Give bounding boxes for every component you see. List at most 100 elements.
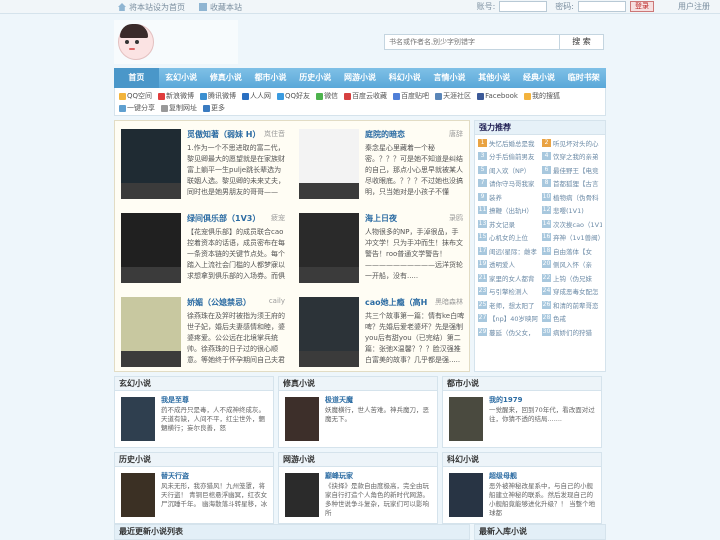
login-button[interactable]: 登录 — [630, 1, 654, 12]
nav-item-lishi[interactable]: 历史小说 — [293, 68, 338, 88]
share-item[interactable]: QQ好友 — [277, 91, 310, 101]
share-item[interactable]: 腾讯微博 — [200, 91, 236, 101]
nav-item-xuanhuan[interactable]: 玄幻小说 — [159, 68, 204, 88]
book-cover[interactable] — [285, 473, 319, 517]
recommend-item[interactable]: 23 与引擎检测人 — [478, 286, 538, 298]
category-title[interactable]: 网游小说 — [279, 453, 437, 467]
book-cover[interactable] — [121, 397, 155, 441]
book-cover[interactable] — [285, 397, 319, 441]
book-cover[interactable] — [449, 473, 483, 517]
recommend-item[interactable]: 6 最佳野王【电竞 — [542, 164, 602, 176]
recommend-item[interactable]: 9 装养 — [478, 191, 538, 203]
recommend-item[interactable]: 14 次次挨cao（1V1 — [542, 218, 602, 230]
category-title[interactable]: 都市小说 — [443, 377, 601, 391]
recommend-item[interactable]: 27 【np】40岁映阿 — [478, 313, 538, 325]
book-cover[interactable] — [299, 213, 359, 283]
nav-item-xiuzhen[interactable]: 修真小说 — [203, 68, 248, 88]
share-item[interactable]: 一键分享 — [119, 103, 155, 113]
bookmark-site-link[interactable]: 收藏本站 — [199, 2, 242, 13]
category-title[interactable]: 科幻小说 — [443, 453, 601, 467]
recommend-item[interactable]: 19 透明爱人 — [478, 259, 538, 271]
book-title[interactable]: 超级母舰 — [489, 471, 517, 481]
book-cover[interactable] — [121, 473, 155, 517]
set-homepage-link[interactable]: 将本站设为首页 — [118, 2, 185, 13]
book-title[interactable]: 我的1979 — [489, 395, 522, 405]
password-input[interactable] — [578, 1, 626, 12]
recommend-item[interactable]: 7 请你守马哥我家 — [478, 178, 538, 190]
recommend-item[interactable]: 16 弃神（1v1兽阀） — [542, 232, 602, 244]
nav-item-qita[interactable]: 其他小说 — [472, 68, 517, 88]
share-item[interactable]: 百度贴吧 — [393, 91, 429, 101]
featured-book[interactable]: 娇媚（公媳禁忌） caily 徐燕珠在及笄时被指为须王府的世子妃，婚后夫妻感情和睦，… — [115, 291, 289, 371]
share-item[interactable]: 复制网址 — [161, 103, 197, 113]
share-item[interactable]: 新浪微博 — [158, 91, 194, 101]
recommend-item[interactable]: 20 侧风入怀（亲 — [542, 259, 602, 271]
recommend-item[interactable]: 24 穿成恶毒女配怎 — [542, 286, 602, 298]
share-item[interactable]: 人人网 — [242, 91, 271, 101]
category-title[interactable]: 玄幻小说 — [115, 377, 273, 391]
nav-item-wangyou[interactable]: 网游小说 — [338, 68, 383, 88]
share-item[interactable]: 天涯社区 — [435, 91, 471, 101]
share-item[interactable]: Facebook — [477, 91, 518, 101]
recommend-item[interactable]: 10 植物病（伪骨科 — [542, 191, 602, 203]
register-link[interactable]: 用户注册 — [678, 1, 710, 12]
site-logo[interactable] — [114, 20, 238, 64]
featured-book[interactable]: 海上日夜 录鸥 人物很多的NP，手淖很品，手冲文学！只为手冲而生！抹布文警告！roo… — [293, 207, 467, 287]
featured-book[interactable]: cao她上瘾（高H 黑暗森林 共三个故事第一篇：情有ke白啤啤？先婚后爱老婆坏？先是… — [293, 291, 467, 371]
nav-item-kehuan[interactable]: 科幻小说 — [382, 68, 427, 88]
book-cover[interactable] — [299, 297, 359, 367]
recommend-item[interactable]: 1 失忆后婚总是我 — [478, 137, 538, 149]
recommend-item[interactable]: 2 听见坏对头的心 — [542, 137, 602, 149]
share-item[interactable]: 微信 — [316, 91, 338, 101]
recommend-item[interactable]: 12 悲嘤(1V1) — [542, 205, 602, 217]
recommend-item[interactable]: 11 撩鞭（出轨H） — [478, 205, 538, 217]
book-title[interactable]: 海上日夜 — [365, 213, 397, 224]
share-item[interactable]: 我的搜狐 — [523, 91, 560, 101]
recommend-item[interactable]: 13 苏文记录 — [478, 218, 538, 230]
search-input[interactable] — [384, 34, 560, 50]
recommend-item[interactable]: 28 色戒 — [542, 313, 602, 325]
book-cover[interactable] — [121, 129, 181, 199]
recommend-item[interactable]: 17 闺远(星际：雌孝 — [478, 245, 538, 257]
share-item[interactable]: QQ空间 — [119, 91, 152, 101]
book-cover[interactable] — [121, 213, 181, 283]
book-title[interactable]: 极道天魔 — [325, 395, 353, 405]
nav-item-home[interactable]: 首页 — [114, 68, 159, 88]
nav-item-dushi[interactable]: 都市小说 — [248, 68, 293, 88]
book-cover[interactable] — [121, 297, 181, 367]
nav-item-yanqing[interactable]: 言情小说 — [427, 68, 472, 88]
share-item[interactable]: 百度云收藏 — [344, 91, 387, 101]
recommend-item[interactable]: 29 蔓延（伪父女， — [478, 326, 538, 338]
book-title[interactable]: 替天行盗 — [161, 471, 189, 481]
book-title[interactable]: 娇媚（公媳禁忌） — [187, 297, 251, 308]
nav-item-bookshelf[interactable]: 临时书架 — [561, 68, 606, 88]
recommend-item[interactable]: 3 分手后偷前男友 — [478, 151, 538, 163]
recommend-item[interactable]: 5 闺入欢（NP） — [478, 164, 538, 176]
recommend-item[interactable]: 26 和清的前辈哥恋 — [542, 299, 602, 311]
category-title[interactable]: 历史小说 — [115, 453, 273, 467]
search-button[interactable]: 搜 索 — [560, 34, 604, 50]
book-title[interactable]: 巅峰玩家 — [325, 471, 353, 481]
recommend-item[interactable]: 8 首都狐狸【古言 — [542, 178, 602, 190]
book-title[interactable]: 我是至尊 — [161, 395, 189, 405]
recommend-item[interactable]: 21 家里的女人都背 — [478, 272, 538, 284]
book-cover[interactable] — [299, 129, 359, 199]
recommend-item[interactable]: 15 心机女的上位 — [478, 232, 538, 244]
featured-book[interactable]: 庭院的暗恋 唐辞 秦念星心里藏着一个秘密。？？？可是她不知道是纠结的自己，那点小心思… — [293, 123, 467, 203]
recommend-item[interactable]: 4 饮穿之我的亲弟 — [542, 151, 602, 163]
book-title[interactable]: cao她上瘾（高H — [365, 297, 427, 308]
featured-book[interactable]: 觅傲知著（弱妹 H） 岚住音 1.作为一个不思进取的富二代，黎见卿最大的愿望就是在家… — [115, 123, 289, 203]
recommend-item[interactable]: 22 上钩（伪兄妹 — [542, 272, 602, 284]
book-cover[interactable] — [449, 397, 483, 441]
recommend-item[interactable]: 25 老师，想太阳了 — [478, 299, 538, 311]
book-title[interactable]: 绿间俱乐部（1V3） — [187, 213, 260, 224]
featured-book[interactable]: 绿间俱乐部（1V3） 疲宠 【花宠俱乐部】的成员联合cao控着资本的话语，成员密布在… — [115, 207, 289, 287]
nav-item-jingdian[interactable]: 经典小说 — [517, 68, 562, 88]
share-item[interactable]: 更多 — [203, 103, 225, 113]
book-title[interactable]: 庭院的暗恋 — [365, 129, 405, 140]
account-input[interactable] — [499, 1, 548, 12]
recommend-item[interactable]: 30 病娇们的狩猎 — [542, 326, 602, 338]
recommend-item[interactable]: 18 自由落体【女 — [542, 245, 602, 257]
category-title[interactable]: 修真小说 — [279, 377, 437, 391]
book-title[interactable]: 觅傲知著（弱妹 H） — [187, 129, 260, 140]
